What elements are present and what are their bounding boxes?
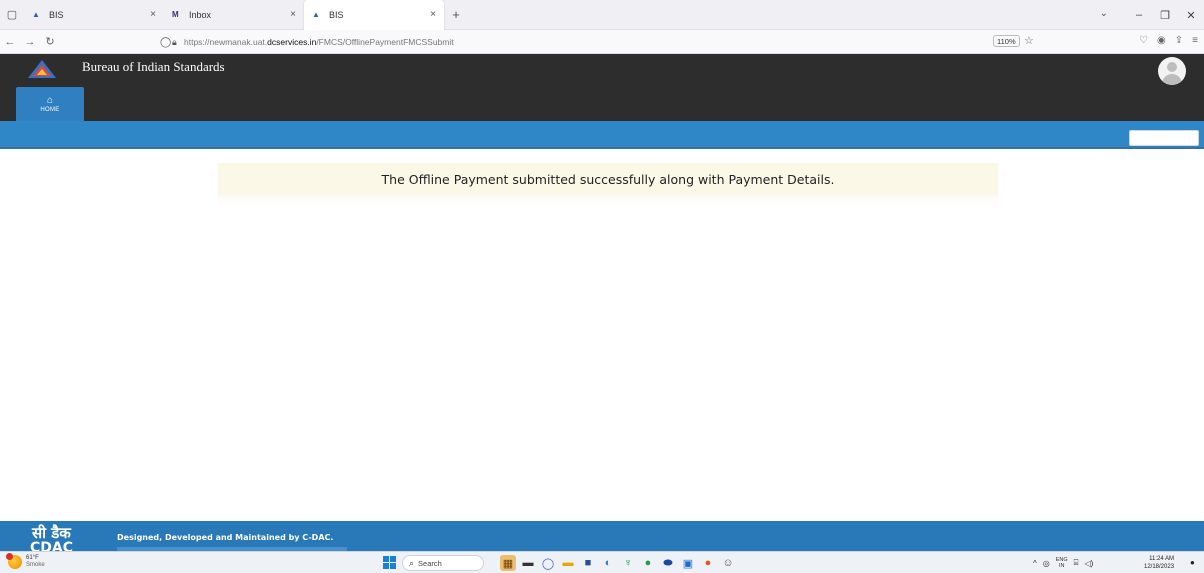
cdac-logo-sub: CDAC (30, 540, 74, 551)
browser-tab-strip: ▢ ▲ BIS × M Inbox × ▲ BIS × + ⌄ – ❐ ✕ (0, 0, 1204, 30)
account-icon[interactable]: ◉ (1157, 35, 1166, 46)
browser-nav-bar: ← → ↻ ◯ 🔒︎ https://newmanak.uat. dcservi… (0, 30, 1204, 54)
network-app-icon[interactable]: ◎ (1043, 559, 1050, 568)
avatar-body (1162, 74, 1182, 85)
app-header: Bureau of Indian Standards ⌂ HOME (0, 54, 1204, 123)
browser-tab-bis-active[interactable]: ▲ BIS × (304, 0, 444, 30)
avatar-head (1167, 62, 1177, 72)
weather-temp: 61°F (26, 555, 39, 561)
toolbar-right: ♡ ◉ ⇪ ≡ (1139, 35, 1198, 46)
url-prefix: https://newmanak.uat. (184, 37, 268, 47)
pocket-icon[interactable]: ♡ (1139, 35, 1148, 46)
inbox-icon: M (172, 10, 179, 19)
file-explorer-icon[interactable]: ▬ (560, 555, 576, 571)
outlook-icon[interactable]: ▣ (680, 555, 696, 571)
app-icon-blue[interactable]: ⬬ (660, 555, 676, 571)
address-bar[interactable]: ◯ 🔒︎ https://newmanak.uat. dcservices.in… (160, 33, 1040, 51)
store-icon[interactable]: ■ (580, 555, 596, 571)
notification-badge (6, 553, 13, 560)
bis-logo-icon[interactable] (26, 58, 58, 80)
nav-tab-home[interactable]: ⌂ HOME (16, 87, 84, 123)
back-arrow-icon[interactable]: ← (0, 36, 20, 48)
taskbar-apps: ▦ ▬ ◯ ▬ ■ ◐ ♆ ● ⬬ ▣ ● ☺ (500, 555, 736, 571)
close-icon[interactable]: ✕ (1178, 9, 1204, 22)
home-icon: ⌂ (46, 95, 54, 106)
page-footer: सी डैक CDAC Designed, Developed and Main… (0, 521, 1204, 551)
notification-bell-icon[interactable]: ● (1190, 558, 1195, 567)
browser-tab-bis-1[interactable]: ▲ BIS × (24, 0, 164, 30)
chrome-icon[interactable]: ● (640, 555, 656, 571)
clock-date: 12/18/2023 (1144, 564, 1175, 570)
browser-tab-inbox[interactable]: M Inbox × (164, 0, 304, 30)
success-message: The Offline Payment submitted successful… (218, 163, 998, 195)
extensions-icon[interactable]: ⇪ (1175, 35, 1183, 46)
app-icon-face[interactable]: ☺ (720, 555, 736, 571)
url-path: /FMCS/OfflinePaymentFMCSSubmit (316, 37, 454, 47)
chevron-up-icon[interactable]: ^ (1033, 559, 1037, 568)
bis-logo-icon: ▲ (312, 10, 320, 19)
system-tray: ^ ◎ ENG IN ⌸ ◁) (1033, 554, 1093, 572)
footer-credit: Designed, Developed and Maintained by C-… (117, 533, 334, 542)
firefox-icon[interactable]: ● (700, 555, 716, 571)
zoom-level-badge[interactable]: 110% (993, 35, 1020, 47)
task-view-icon[interactable]: ▬ (520, 555, 536, 571)
tab-overview-icon[interactable]: ▢ (0, 0, 24, 30)
shield-icon: ◯ (160, 36, 172, 48)
tab-close-icon[interactable]: × (430, 9, 436, 20)
forward-arrow-icon[interactable]: → (20, 36, 40, 48)
new-tab-button[interactable]: + (444, 0, 468, 30)
tab-close-icon[interactable]: × (150, 9, 156, 20)
language-indicator[interactable]: ENG IN (1056, 557, 1068, 569)
minimize-icon[interactable]: – (1126, 9, 1152, 21)
windows-taskbar: 61°F Smoke ⌕ Search ▦ ▬ ◯ ▬ ■ ◐ ♆ ● ⬬ ▣ … (0, 551, 1204, 573)
message-divider (218, 195, 998, 207)
app-title: Bureau of Indian Standards (82, 59, 225, 74)
lock-icon: 🔒︎ (172, 36, 177, 47)
window-controls: – ❐ ✕ (1126, 0, 1204, 30)
weather-widget[interactable]: 61°F Smoke (6, 553, 45, 569)
widgets-icon[interactable]: ▦ (500, 555, 516, 571)
weather-text: 61°F Smoke (26, 555, 45, 569)
tab-title: BIS (329, 9, 344, 20)
home-label: HOME (40, 107, 60, 113)
clock-time: 11:24 AM (1149, 556, 1175, 562)
bookmark-star-icon[interactable]: ☆ (1024, 34, 1034, 47)
menu-icon[interactable]: ≡ (1192, 35, 1198, 46)
weather-condition: Smoke (26, 562, 45, 568)
tab-title: Inbox (189, 9, 212, 20)
reload-icon[interactable]: ↻ (40, 35, 60, 48)
menu-bar (0, 121, 1204, 149)
weather-sun-icon (6, 553, 22, 569)
url-domain: dcservices.in (267, 37, 317, 47)
chat-icon[interactable]: ◯ (540, 555, 556, 571)
app-icon-green[interactable]: ♆ (620, 555, 636, 571)
wifi-icon[interactable]: ⌸ (1074, 558, 1079, 568)
search-icon: ⌕ (409, 557, 415, 568)
lang-bottom: IN (1058, 563, 1065, 569)
taskbar-search-input[interactable]: ⌕ Search (402, 555, 484, 571)
success-message-text: The Offline Payment submitted successful… (381, 171, 835, 187)
avatar[interactable] (1158, 57, 1186, 85)
tab-close-icon[interactable]: × (290, 9, 296, 20)
edge-icon[interactable]: ◐ (600, 555, 616, 571)
search-placeholder: Search (418, 558, 442, 568)
header-search-input[interactable] (1129, 130, 1199, 146)
windows-start-icon[interactable] (383, 556, 396, 569)
bis-logo-icon: ▲ (32, 10, 40, 19)
tab-title: BIS (49, 9, 64, 20)
volume-icon[interactable]: ◁) (1084, 559, 1093, 568)
system-clock[interactable]: 11:24 AM 12/18/2023 (1144, 555, 1174, 571)
chevron-down-icon[interactable]: ⌄ (1100, 8, 1108, 19)
restore-icon[interactable]: ❐ (1152, 9, 1178, 22)
